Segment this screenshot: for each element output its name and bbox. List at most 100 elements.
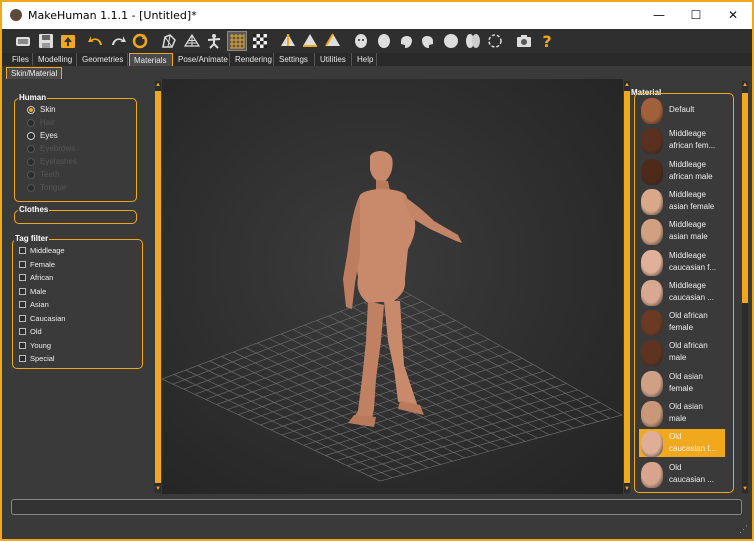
radio-skin[interactable] bbox=[27, 106, 35, 114]
radio-label-eyebrows: Eyebrows bbox=[40, 144, 76, 153]
human-group: Skin Hair Eyes Eyebrows Eyelashes Teeth … bbox=[14, 98, 137, 202]
material-item[interactable]: Old caucasian ... bbox=[639, 460, 725, 488]
material-item-line1: Old african bbox=[669, 311, 708, 321]
tab-files[interactable]: Files bbox=[8, 53, 33, 66]
tab-help[interactable]: Help bbox=[353, 53, 377, 66]
material-item[interactable]: Old african male bbox=[639, 338, 725, 367]
head-bottom-icon[interactable] bbox=[463, 31, 483, 51]
material-item-line1: Default bbox=[669, 105, 695, 114]
checkbox-young[interactable] bbox=[19, 342, 26, 349]
material-item-line1: Old asian bbox=[669, 402, 703, 411]
scroll-up-arrow-icon[interactable]: ▲ bbox=[155, 81, 161, 89]
head-top-icon[interactable] bbox=[441, 31, 461, 51]
reset-camera-icon[interactable] bbox=[485, 31, 505, 51]
close-button[interactable]: ✕ bbox=[716, 2, 750, 29]
tab-rendering[interactable]: Rendering bbox=[231, 53, 274, 66]
material-item-label: Old african female bbox=[669, 310, 708, 334]
head-left-icon[interactable] bbox=[396, 31, 416, 51]
app-window: MakeHuman 1.1.1 - [Untitled]* — ☐ ✕ ? Fi… bbox=[2, 2, 752, 539]
maximize-button[interactable]: ☐ bbox=[679, 2, 713, 29]
material-item[interactable]: Old asian female bbox=[639, 369, 725, 397]
checkbox-middleage[interactable] bbox=[19, 247, 26, 254]
material-item[interactable]: Default bbox=[639, 96, 725, 124]
head-back-icon[interactable] bbox=[374, 31, 394, 51]
scrollbar-thumb[interactable] bbox=[742, 93, 748, 303]
face-thumbnail-icon bbox=[641, 340, 663, 367]
floor-grid-line bbox=[379, 414, 623, 482]
head-front-icon[interactable] bbox=[351, 31, 371, 51]
checkbox-label-old: Old bbox=[30, 327, 42, 336]
checker-icon[interactable] bbox=[250, 31, 270, 51]
checkbox-label-middleage: Middleage bbox=[30, 246, 65, 255]
back-view-icon[interactable] bbox=[300, 31, 320, 51]
checkbox-male[interactable] bbox=[19, 288, 26, 295]
floor-grid-line bbox=[369, 408, 611, 477]
checkbox-label-asian: Asian bbox=[30, 300, 49, 309]
minimize-button[interactable]: — bbox=[642, 2, 676, 29]
material-item[interactable]: Middleage african male bbox=[639, 157, 725, 185]
side-view-icon[interactable] bbox=[323, 31, 343, 51]
help-icon[interactable]: ? bbox=[537, 31, 557, 51]
export-icon[interactable] bbox=[58, 31, 78, 51]
material-item-line1: Middleage bbox=[669, 129, 706, 139]
smooth-icon[interactable] bbox=[159, 31, 179, 51]
face-thumbnail-icon bbox=[641, 401, 663, 427]
redo-icon[interactable] bbox=[108, 31, 128, 51]
material-item[interactable]: Middleage caucasian f... bbox=[639, 248, 725, 276]
checkbox-label-caucasian: Caucasian bbox=[30, 314, 66, 323]
tab-materials[interactable]: Materials bbox=[129, 53, 173, 66]
scroll-up-arrow-icon[interactable]: ▲ bbox=[742, 81, 748, 89]
material-item[interactable]: Old asian male bbox=[639, 399, 725, 427]
reset-icon[interactable] bbox=[130, 31, 150, 51]
grid-icon[interactable] bbox=[227, 31, 247, 51]
checkbox-asian[interactable] bbox=[19, 301, 26, 308]
tab-geometries[interactable]: Geometries bbox=[78, 53, 128, 66]
undo-arrow-icon[interactable] bbox=[13, 31, 33, 51]
checkbox-label-young: Young bbox=[30, 341, 51, 350]
face-thumbnail-icon bbox=[641, 279, 663, 306]
front-view-icon[interactable] bbox=[278, 31, 298, 51]
save-icon[interactable] bbox=[36, 31, 56, 51]
material-item-label: Old african male bbox=[669, 340, 708, 364]
checkbox-special[interactable] bbox=[19, 355, 26, 362]
material-item[interactable]: Old caucasian f... bbox=[639, 429, 725, 458]
svg-text:?: ? bbox=[542, 32, 551, 50]
material-item-label: Middleage african fem... bbox=[669, 128, 715, 152]
tab-settings[interactable]: Settings bbox=[275, 53, 315, 66]
material-scrollbar[interactable]: ▲ ▼ bbox=[742, 81, 748, 493]
wireframe-icon[interactable] bbox=[182, 31, 202, 51]
material-item[interactable]: Middleage african fem... bbox=[639, 126, 725, 155]
pose-icon[interactable] bbox=[204, 31, 224, 51]
scroll-down-arrow-icon[interactable]: ▼ bbox=[742, 485, 748, 493]
material-item-line2: female bbox=[669, 383, 694, 393]
checkbox-african[interactable] bbox=[19, 274, 26, 281]
material-item-line1: Old bbox=[669, 432, 682, 442]
material-item[interactable]: Old african female bbox=[639, 308, 725, 337]
checkbox-label-female: Female bbox=[30, 260, 56, 269]
tab-pose-animate[interactable]: Pose/Animate bbox=[174, 53, 230, 66]
material-item-label: Middleage caucasian ... bbox=[669, 280, 714, 304]
tab-utilities[interactable]: Utilities bbox=[316, 53, 352, 66]
3d-viewport[interactable] bbox=[162, 79, 623, 494]
radio-teeth bbox=[27, 171, 35, 179]
material-item[interactable]: Middleage asian female bbox=[639, 187, 725, 215]
material-item[interactable]: Middleage caucasian ... bbox=[639, 278, 725, 306]
material-item[interactable]: Middleage asian male bbox=[639, 217, 725, 246]
scroll-down-arrow-icon[interactable]: ▼ bbox=[155, 485, 161, 493]
sub-tabs: Skin/Material bbox=[2, 66, 752, 80]
checkbox-caucasian[interactable] bbox=[19, 315, 26, 322]
resize-grip-icon[interactable]: ⋰ bbox=[739, 524, 748, 535]
checkbox-old[interactable] bbox=[19, 328, 26, 335]
scrollbar-thumb[interactable] bbox=[155, 91, 161, 483]
checkbox-female[interactable] bbox=[19, 261, 26, 268]
left-panel-scrollbar[interactable]: ▲ ▼ bbox=[155, 81, 161, 493]
radio-label-eyelashes: Eyelashes bbox=[40, 157, 77, 166]
material-item-label: Middleage caucasian f... bbox=[669, 250, 716, 274]
radio-eyes[interactable] bbox=[27, 132, 35, 140]
head-right-icon[interactable] bbox=[418, 31, 438, 51]
screenshot-icon[interactable] bbox=[514, 31, 534, 51]
clothes-group-title: Clothes bbox=[18, 205, 50, 214]
material-item-line2: african male bbox=[669, 171, 713, 181]
tab-modelling[interactable]: Modelling bbox=[34, 53, 77, 66]
undo-icon[interactable] bbox=[86, 31, 106, 51]
